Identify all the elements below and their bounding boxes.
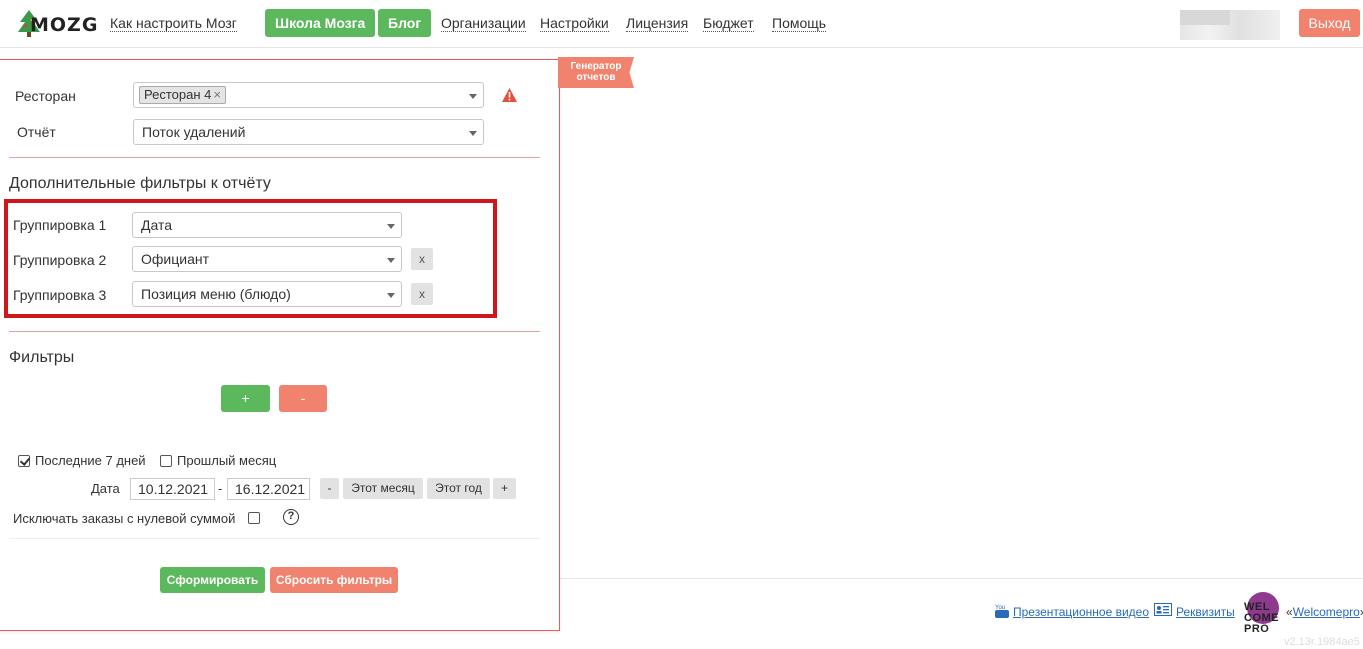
- generate-button[interactable]: Сформировать: [160, 567, 265, 593]
- nav-license[interactable]: Лицензия: [626, 15, 689, 32]
- nav-budget[interactable]: Бюджет: [703, 15, 754, 32]
- report-label: Отчёт: [17, 124, 56, 140]
- school-button[interactable]: Школа Мозга: [265, 9, 376, 37]
- requisites-link[interactable]: Реквизиты: [1176, 605, 1235, 619]
- nav-help[interactable]: Помощь: [772, 15, 827, 32]
- last-7-days-checkbox[interactable]: [18, 455, 30, 467]
- restaurant-select[interactable]: Ресторан 4 ×: [133, 82, 484, 108]
- date-from-input[interactable]: 10.12.2021: [130, 478, 215, 500]
- logo-text: MOZG: [30, 14, 99, 36]
- prev-month-label: Прошлый месяц: [177, 453, 277, 468]
- top-navbar: MOZG Как настроить Мозг Школа Мозга Блог…: [0, 0, 1363, 48]
- restaurant-tag: Ресторан 4 ×: [139, 86, 226, 104]
- divider: [9, 157, 540, 158]
- filters-title: Фильтры: [9, 349, 75, 366]
- nav-settings[interactable]: Настройки: [540, 15, 609, 32]
- date-prev-button[interactable]: -: [320, 478, 339, 499]
- exclude-zero-checkbox[interactable]: [248, 512, 260, 524]
- help-icon[interactable]: ?: [283, 509, 299, 525]
- id-card-icon: [1154, 603, 1172, 616]
- user-name-blurred: [1180, 10, 1280, 40]
- version-text: v2.13r.1984ae5: [1284, 636, 1360, 648]
- restaurant-tag-label: Ресторан 4: [144, 87, 212, 102]
- welcomepro-logo[interactable]: WEL COME PRO: [1244, 592, 1284, 636]
- wc-logo-line-3: PRO: [1244, 623, 1270, 635]
- this-month-button[interactable]: Этот месяц: [343, 478, 423, 499]
- extra-filters-title: Дополнительные фильтры к отчёту: [9, 175, 271, 192]
- tag-remove-icon[interactable]: ×: [213, 87, 221, 102]
- divider: [9, 538, 540, 539]
- footer-divider: [560, 578, 1363, 579]
- date-separator: -: [218, 481, 223, 496]
- reset-filters-button[interactable]: Сбросить фильтры: [270, 567, 398, 593]
- mozg-logo[interactable]: MOZG: [18, 6, 97, 42]
- nav-how-to[interactable]: Как настроить Мозг: [110, 15, 237, 32]
- last-7-days-label: Последние 7 дней: [35, 453, 146, 468]
- welcomepro-quote-wrapper: «Welcomepro»: [1286, 605, 1363, 619]
- wc-prefix: «: [1286, 605, 1293, 619]
- divider: [9, 331, 540, 332]
- youtube-icon: You: [995, 605, 1009, 618]
- date-label: Дата: [91, 481, 120, 496]
- nav-organizations[interactable]: Организации: [441, 15, 526, 32]
- prev-month-checkbox[interactable]: [160, 455, 172, 467]
- welcomepro-link[interactable]: Welcomepro: [1293, 605, 1360, 619]
- report-generator-tab[interactable]: Генератор отчетов: [558, 57, 634, 88]
- highlight-box: [4, 199, 497, 318]
- date-next-button[interactable]: +: [493, 478, 516, 499]
- logout-button[interactable]: Выход: [1299, 9, 1360, 37]
- restaurant-label: Ресторан: [15, 88, 76, 104]
- warning-icon: [502, 88, 517, 102]
- exclude-zero-label: Исключать заказы с нулевой суммой: [13, 511, 236, 526]
- date-to-input[interactable]: 16.12.2021: [227, 478, 310, 500]
- report-select-value: Поток удалений: [142, 124, 246, 140]
- chevron-down-icon: [469, 94, 477, 99]
- tab-line-2: отчетов: [576, 72, 616, 83]
- chevron-down-icon: [469, 131, 477, 136]
- add-filter-button[interactable]: +: [221, 385, 270, 412]
- report-select[interactable]: Поток удалений: [133, 119, 484, 145]
- blog-button[interactable]: Блог: [378, 9, 432, 37]
- remove-filter-button[interactable]: -: [279, 385, 327, 412]
- this-year-button[interactable]: Этот год: [427, 478, 490, 499]
- presentation-video-link[interactable]: Презентационное видео: [1013, 605, 1149, 619]
- tab-line-1: Генератор: [570, 61, 622, 72]
